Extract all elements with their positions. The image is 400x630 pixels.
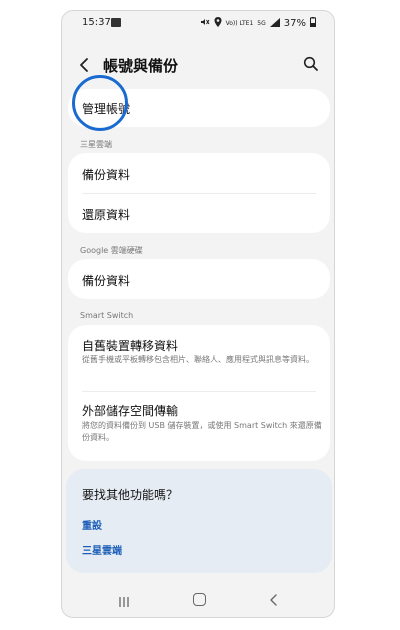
status-time: 15:37 bbox=[82, 17, 111, 28]
navigation-bar bbox=[62, 589, 334, 615]
google-backup-label: 備份資料 bbox=[82, 274, 131, 288]
back-icon[interactable] bbox=[76, 54, 94, 76]
gallery-icon bbox=[111, 18, 121, 27]
samsung-restore-item[interactable]: 還原資料 bbox=[68, 193, 330, 233]
samsung-restore-label: 還原資料 bbox=[82, 208, 131, 222]
signal-label: 5G bbox=[257, 20, 266, 27]
transfer-old-device-item[interactable]: 自舊裝置轉移資料 從舊手機或平板轉移包含相片、聯絡人、應用程式與訊息等資料。 bbox=[68, 325, 330, 391]
home-icon[interactable] bbox=[193, 593, 206, 606]
samsung-backup-item[interactable]: 備份資料 bbox=[68, 153, 330, 193]
battery-text: 37% bbox=[283, 18, 306, 29]
mute-icon bbox=[200, 17, 210, 30]
external-storage-item[interactable]: 外部儲存空間傳輸 將您的資料備份到 USB 儲存裝置，或使用 Smart Swi… bbox=[68, 391, 330, 461]
section-google-drive: Google 雲端硬碟 bbox=[80, 246, 143, 255]
section-smart-switch: Smart Switch bbox=[80, 311, 134, 320]
suggestions-card: 要找其他功能嗎？ 重設 三星雲端 bbox=[66, 469, 332, 573]
google-backup-item[interactable]: 備份資料 bbox=[68, 259, 330, 299]
suggestions-title: 要找其他功能嗎？ bbox=[82, 488, 179, 502]
samsung-cloud-card: 備份資料 還原資料 bbox=[68, 153, 330, 233]
samsung-cloud-link[interactable]: 三星雲端 bbox=[82, 542, 122, 557]
samsung-backup-label: 備份資料 bbox=[82, 168, 131, 182]
phone-screen: 15:37 Vo)) LTE1 5G 37% 帳號與備份 管理帳號 三星雲端 備… bbox=[61, 10, 335, 618]
transfer-old-device-description: 從舊手機或平板轉移包含相片、聯絡人、應用程式與訊息等資料。 bbox=[82, 355, 314, 364]
location-icon bbox=[214, 17, 222, 30]
external-storage-label: 外部儲存空間傳輸 bbox=[82, 404, 179, 418]
signal-icon bbox=[269, 17, 280, 30]
external-storage-description: 將您的資料備份到 USB 儲存裝置，或使用 Smart Switch 來還原備份… bbox=[82, 421, 322, 442]
google-drive-card: 備份資料 bbox=[68, 259, 330, 299]
battery-icon bbox=[310, 17, 316, 30]
section-samsung-cloud: 三星雲端 bbox=[80, 140, 112, 149]
highlight-circle bbox=[72, 75, 128, 131]
recent-apps-icon[interactable] bbox=[118, 593, 130, 607]
back-nav-icon[interactable] bbox=[269, 592, 279, 606]
status-bar: 15:37 Vo)) LTE1 5G 37% bbox=[62, 11, 334, 37]
reset-link[interactable]: 重設 bbox=[82, 517, 102, 532]
smart-switch-card: 自舊裝置轉移資料 從舊手機或平板轉移包含相片、聯絡人、應用程式與訊息等資料。 外… bbox=[68, 325, 330, 461]
network-label: Vo)) LTE1 bbox=[225, 19, 254, 27]
page-title: 帳號與備份 bbox=[103, 57, 179, 75]
search-icon[interactable] bbox=[302, 55, 320, 73]
transfer-old-device-label: 自舊裝置轉移資料 bbox=[82, 339, 179, 353]
status-icons: Vo)) LTE1 5G 37% bbox=[200, 17, 316, 30]
